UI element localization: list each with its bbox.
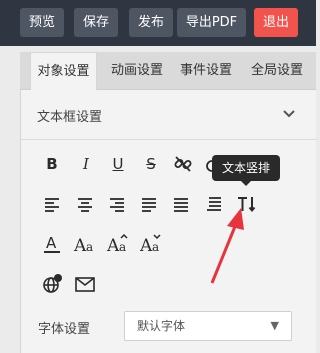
svg-text:A: A bbox=[106, 236, 120, 256]
svg-text:a: a bbox=[86, 240, 93, 254]
dropdown-caret-icon: ▼ bbox=[270, 319, 279, 332]
font-setting-label: 字体设置 bbox=[38, 322, 91, 337]
decrease-font-icon[interactable]: Aa bbox=[139, 232, 163, 256]
svg-text:a: a bbox=[152, 240, 159, 254]
svg-text:A: A bbox=[46, 234, 57, 252]
svg-text:a: a bbox=[119, 240, 126, 254]
font-size-icon[interactable]: Aa bbox=[73, 232, 97, 256]
font-family-select[interactable]: 默认字体 ▼ bbox=[124, 311, 292, 341]
annotation-arrow bbox=[210, 208, 244, 284]
globe-link-icon[interactable] bbox=[40, 272, 64, 296]
email-icon[interactable] bbox=[73, 272, 97, 296]
font-color-icon[interactable]: A bbox=[40, 232, 64, 256]
svg-text:A: A bbox=[139, 236, 153, 256]
svg-text:A: A bbox=[73, 236, 87, 256]
increase-font-icon[interactable]: Aa bbox=[106, 232, 130, 256]
font-family-value: 默认字体 bbox=[137, 319, 186, 333]
